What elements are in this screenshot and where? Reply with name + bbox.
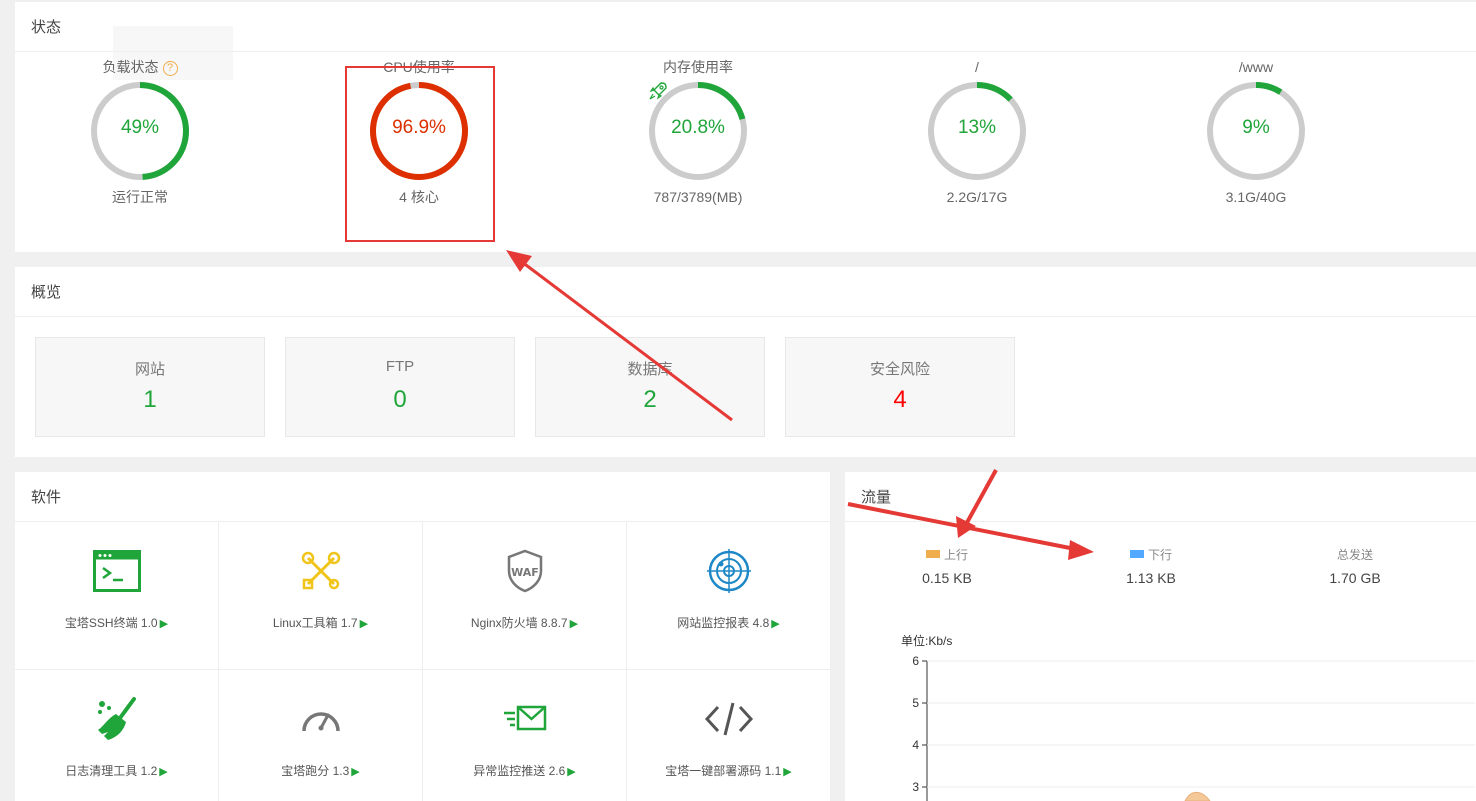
traffic-label: 下行: [1051, 546, 1251, 564]
code-icon: [704, 702, 753, 736]
traffic-chart: 6 5 4 3: [912, 654, 1475, 801]
gauge-label: 内存使用率: [663, 59, 733, 75]
radar-icon: [706, 549, 751, 593]
software-name: 网站监控报表 4.8 ▶: [677, 616, 780, 630]
gauge-ring: 49%: [89, 80, 191, 182]
terminal-icon: [92, 550, 141, 592]
status-panel: 状态 负载状态? 49% 运行正常 CPU使用率 96.9% 4 核心 内存使用…: [15, 2, 1476, 252]
overview-card-security[interactable]: 安全风险 4: [785, 337, 1015, 437]
overview-label: FTP: [385, 358, 415, 375]
waf-shield-icon: WAF: [507, 549, 542, 593]
traffic-panel: 流量 上行 0.15 KB 下行 1.13 KB 总发送 1.70 GB 单位:…: [845, 472, 1476, 801]
help-icon[interactable]: ?: [162, 61, 178, 76]
software-item-logclean[interactable]: 日志清理工具 1.2 ▶: [15, 670, 219, 801]
gauge-ring: 20.8%: [647, 80, 749, 182]
gauge-value: 20.8%: [671, 117, 725, 138]
chart-y-tick-label: 4: [912, 738, 919, 752]
traffic-value: 0.15 KB: [922, 570, 972, 586]
software-name: 宝塔跑分 1.3 ▶: [281, 764, 360, 778]
overview-value[interactable]: 0: [286, 386, 514, 414]
software-item-benchmark[interactable]: 宝塔跑分 1.3 ▶: [219, 670, 423, 801]
traffic-value: 1.70 GB: [1329, 570, 1381, 586]
software-item-waf[interactable]: WAF Nginx防火墙 8.8.7 ▶: [423, 522, 627, 670]
software-name: 宝塔一键部署源码 1.1 ▶: [665, 764, 792, 778]
gauge-disk-root[interactable]: / 13% 2.2G/17G: [877, 54, 1077, 212]
gauge-value: 49%: [120, 117, 160, 138]
toolbox-icon: [301, 551, 340, 590]
gauge-memory[interactable]: 内存使用率 20.8% 787/3789(MB): [598, 54, 798, 212]
svg-text:WAF: WAF: [511, 566, 539, 579]
overview-title: 概览: [15, 267, 1476, 317]
chart-area-peak: [1184, 791, 1211, 801]
overview-label: 安全风险: [869, 361, 930, 378]
gauge-sub: 2.2G/17G: [946, 189, 1008, 205]
software-name: Nginx防火墙 8.8.7 ▶: [470, 616, 579, 630]
software-name: Linux工具箱 1.7 ▶: [272, 616, 369, 630]
speedometer-icon: [301, 712, 340, 732]
cpu-highlight-box: [345, 66, 495, 242]
software-item-monitor[interactable]: 网站监控报表 4.8 ▶: [627, 522, 831, 670]
software-name: 异常监控推送 2.6 ▶: [473, 764, 576, 778]
chart-y-tick-label: 6: [912, 654, 919, 668]
chart-y-tick-label: 3: [912, 780, 919, 794]
overview-value[interactable]: 4: [786, 386, 1014, 414]
rocket-icon[interactable]: [647, 80, 669, 102]
gauge-ring: 9%: [1205, 80, 1307, 182]
gauge-sub: 787/3789(MB): [653, 189, 743, 205]
gauge-label: 负载状态?: [103, 54, 178, 80]
gauge-disk-www[interactable]: /www 9% 3.1G/40G: [1156, 54, 1356, 212]
status-title: 状态: [15, 2, 1476, 52]
legend-swatch: [925, 550, 940, 558]
legend-swatch: [1129, 550, 1144, 558]
chart-unit-label: 单位:Kb/s: [901, 634, 953, 648]
overview-card-sites[interactable]: 网站 1: [35, 337, 265, 437]
traffic-title: 流量: [845, 472, 1476, 522]
overview-value[interactable]: 1: [36, 386, 264, 414]
chart-y-tick-label: 5: [912, 696, 919, 710]
software-item-ssh[interactable]: 宝塔SSH终端 1.0 ▶: [15, 522, 219, 670]
gauge-ring: 13%: [926, 80, 1028, 182]
gauge-value: 13%: [957, 117, 997, 138]
overview-panel: 概览 网站 1 FTP 0 数据库 2 安全风险 4: [15, 267, 1476, 457]
software-title: 软件: [15, 472, 830, 522]
gauge-sub: 运行正常: [112, 189, 168, 205]
traffic-download: 下行 1.13 KB: [1051, 546, 1251, 586]
mail-send-icon: [503, 705, 546, 731]
gauge-sub: 3.1G/40G: [1225, 189, 1287, 205]
overview-label: 网站: [134, 361, 165, 378]
broom-icon: [97, 697, 136, 740]
overview-value[interactable]: 2: [536, 386, 764, 414]
software-name: 宝塔SSH终端 1.0 ▶: [64, 616, 169, 630]
software-item-toolbox[interactable]: Linux工具箱 1.7 ▶: [219, 522, 423, 670]
gauge-label: /www: [1238, 59, 1274, 75]
traffic-total-sent: 总发送 1.70 GB: [1255, 546, 1455, 586]
gauge-load[interactable]: 负载状态? 49% 运行正常: [40, 54, 240, 212]
software-item-deploy[interactable]: 宝塔一键部署源码 1.1 ▶: [627, 670, 831, 801]
software-name: 日志清理工具 1.2 ▶: [65, 764, 168, 778]
overview-card-ftp[interactable]: FTP 0: [285, 337, 515, 437]
gauge-label: /: [975, 59, 979, 75]
software-item-alertpush[interactable]: 异常监控推送 2.6 ▶: [423, 670, 627, 801]
gauge-value: 9%: [1242, 117, 1270, 138]
traffic-label: 上行: [847, 546, 1047, 564]
traffic-label: 总发送: [1336, 548, 1373, 562]
traffic-value: 1.13 KB: [1126, 570, 1176, 586]
software-panel: 软件 宝塔SSH终端 1.0 ▶ Linux工具箱 1.7 ▶ WAF Ngin…: [15, 472, 831, 801]
overview-label: 数据库: [627, 361, 673, 378]
overview-card-database[interactable]: 数据库 2: [535, 337, 765, 437]
traffic-upload: 上行 0.15 KB: [847, 546, 1047, 586]
